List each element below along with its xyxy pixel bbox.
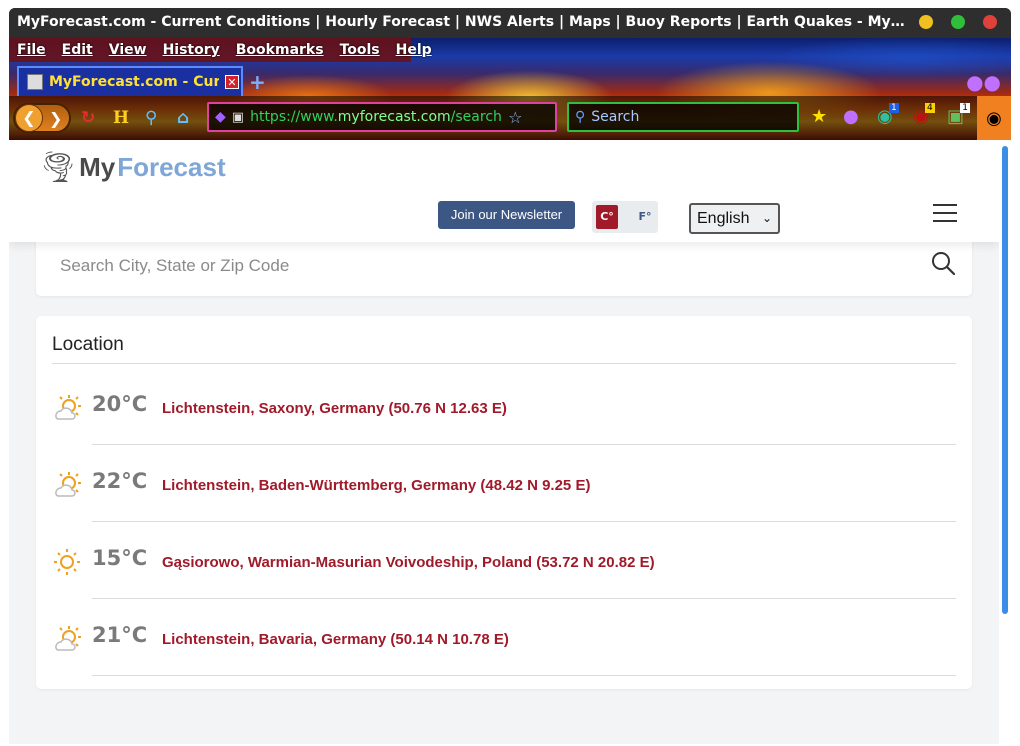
url-bar[interactable]: ◆ ▣ https://www.myforecast.com/search ☆ (207, 102, 557, 132)
location-link[interactable]: Lichtenstein, Baden-Württemberg, Germany… (162, 477, 590, 494)
menu-history[interactable]: History (155, 42, 228, 58)
browser-window: MyForecast.com - Current Conditions | Ho… (9, 8, 1011, 744)
minimize-button[interactable] (919, 15, 933, 29)
myforecast-logo[interactable]: 🌪 My Forecast (39, 150, 226, 185)
partly-sunny-icon (55, 395, 81, 420)
newsletter-button[interactable]: Join our Newsletter (438, 201, 575, 229)
menu-bar: File Edit View History Bookmarks Tools H… (9, 38, 1011, 62)
tab-title: MyForecast.com - Curren (49, 74, 219, 90)
page-scrollbar[interactable] (999, 140, 1011, 744)
home-icon[interactable]: ⌂ (177, 108, 189, 128)
logo-my: My (79, 152, 116, 182)
row-divider (92, 675, 956, 676)
fahrenheit-button[interactable]: F° (634, 205, 656, 229)
menu-tools[interactable]: Tools (332, 42, 388, 58)
maximize-button[interactable] (951, 15, 965, 29)
browser-search-bar[interactable]: ⚲ Search (567, 102, 799, 132)
location-results-card: Location 20°C Lichtenstein, Saxony, Germ… (36, 316, 972, 689)
back-button[interactable]: ❮ (15, 104, 43, 132)
partly-sunny-icon (55, 472, 81, 497)
menu-view[interactable]: View (101, 42, 155, 58)
firefox-menu-icon[interactable]: ◉ (977, 96, 1011, 140)
temperature: 21°C (92, 623, 148, 647)
browser-search-placeholder: Search (591, 109, 640, 125)
celsius-button[interactable]: C° (596, 205, 618, 229)
location-row[interactable]: 22°C Lichtenstein, Baden-Württemberg, Ge… (52, 445, 956, 522)
forward-button[interactable]: ❯ (49, 109, 62, 128)
temperature: 22°C (92, 469, 148, 493)
mask-extension-icon[interactable]: ● (843, 106, 859, 127)
browser-chrome: File Edit View History Bookmarks Tools H… (9, 38, 1011, 140)
location-link[interactable]: Lichtenstein, Bavaria, Germany (50.14 N … (162, 631, 509, 648)
reload-icon[interactable]: ↻ (81, 108, 95, 128)
menu-file[interactable]: File (9, 42, 54, 58)
site-header: 🌪 My Forecast Join our Newsletter C° F° E… (9, 140, 999, 242)
title-bar: MyForecast.com - Current Conditions | Ho… (9, 8, 1011, 38)
extension-icon-2[interactable]: ▣ 1 (947, 103, 971, 127)
sunny-icon (54, 549, 80, 575)
bookmark-star-icon[interactable]: ☆ (508, 108, 522, 127)
scrollbar-thumb[interactable] (1002, 146, 1008, 614)
lock-icon[interactable]: ▣ (232, 110, 244, 125)
hamburger-menu-icon[interactable] (933, 204, 957, 224)
close-button[interactable] (983, 15, 997, 29)
favorites-star-icon[interactable]: ★ (811, 106, 827, 127)
location-row[interactable]: 21°C Lichtenstein, Bavaria, Germany (50.… (52, 599, 956, 676)
temperature: 20°C (92, 392, 148, 416)
logo-forecast: Forecast (117, 152, 226, 182)
extension-icon-1[interactable]: ◉ 1 (877, 103, 899, 127)
search-tool-icon[interactable]: ⚲ (145, 108, 157, 128)
location-link[interactable]: Lichtenstein, Saxony, Germany (50.76 N 1… (162, 400, 507, 417)
temperature: 15°C (92, 546, 148, 570)
tab-bar: MyForecast.com - Curren ✕ + ●● (9, 62, 1011, 96)
location-row[interactable]: 15°C Gąsiorowo, Warmian-Masurian Voivode… (52, 522, 956, 599)
menu-edit[interactable]: Edit (54, 42, 101, 58)
location-row[interactable]: 20°C Lichtenstein, Saxony, Germany (50.7… (52, 368, 956, 445)
search-icon: ⚲ (575, 109, 586, 125)
tornado-icon: 🌪 (39, 150, 78, 185)
back-forward-buttons: ❮ ❯ (13, 103, 71, 133)
window-title: MyForecast.com - Current Conditions | Ho… (17, 14, 907, 30)
heading-divider (52, 363, 956, 364)
url-text[interactable]: https://www.myforecast.com/search (250, 109, 502, 125)
location-link[interactable]: Gąsiorowo, Warmian-Masurian Voivodeship,… (162, 554, 655, 571)
tab-myforecast[interactable]: MyForecast.com - Curren ✕ (17, 66, 243, 96)
language-value: English (697, 210, 750, 227)
nav-bar: ❮ ❯ ↻ H ⚲ ⌂ ◆ ▣ https://www.myforecast.c… (9, 96, 1011, 140)
favicon-icon (27, 74, 43, 90)
page-content: 🌪 My Forecast Join our Newsletter C° F° E… (9, 140, 999, 744)
new-tab-button[interactable]: + (249, 70, 266, 94)
menu-help[interactable]: Help (388, 42, 440, 58)
partly-sunny-icon (55, 626, 81, 651)
unit-toggle: C° F° (592, 201, 658, 233)
shield-icon[interactable]: ◆ (215, 109, 226, 125)
menu-bookmarks[interactable]: Bookmarks (228, 42, 332, 58)
private-mask-icon: ●● (966, 70, 1001, 94)
language-select[interactable]: English ⌄ (689, 203, 780, 234)
city-search-input[interactable]: Search City, State or Zip Code (60, 256, 289, 276)
history-h-icon[interactable]: H (113, 108, 129, 128)
ublock-icon[interactable]: ◉ 4 (913, 103, 935, 127)
chevron-down-icon: ⌄ (761, 211, 772, 225)
location-heading: Location (52, 334, 124, 355)
tab-close-icon[interactable]: ✕ (225, 75, 239, 89)
search-icon[interactable] (930, 250, 956, 276)
